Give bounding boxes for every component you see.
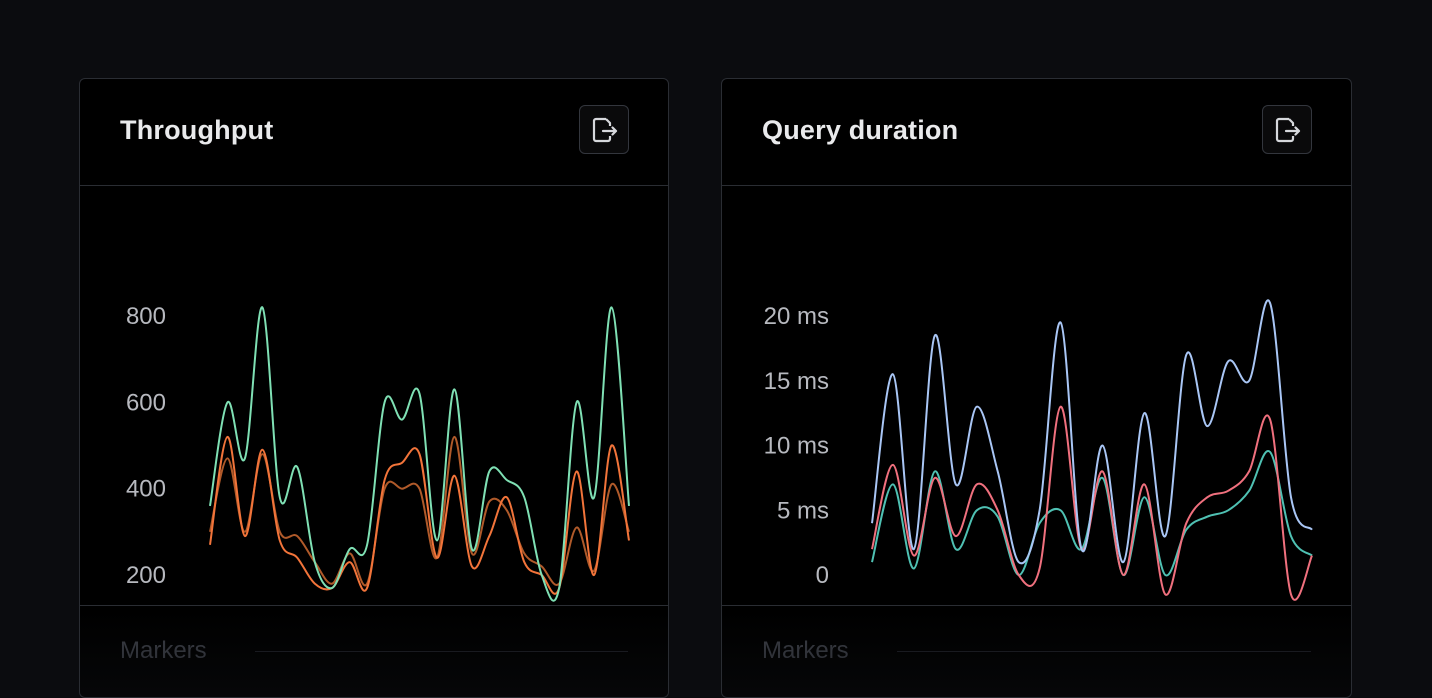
y-tick-label: 200 (126, 562, 166, 589)
y-tick-label: 600 (126, 389, 166, 416)
query-duration-panel: Query duration 20 ms15 ms10 ms5 ms013:00… (721, 78, 1352, 698)
divider (80, 605, 668, 606)
throughput-panel: Throughput 80060040020013:0013:3014:00 M… (79, 78, 669, 698)
export-icon (1275, 117, 1301, 142)
panel-header: Query duration (722, 79, 1351, 186)
markers-divider (255, 651, 628, 652)
panel-title: Throughput (120, 115, 274, 145)
markers-label: Markers (762, 637, 849, 664)
export-icon (592, 117, 618, 142)
export-button[interactable] (579, 105, 629, 154)
y-tick-label: 400 (126, 476, 166, 503)
markers-label: Markers (120, 637, 207, 664)
throughput-chart: 80060040020013:0013:3014:00 (126, 303, 630, 602)
y-tick-label: 0 (816, 562, 829, 589)
y-tick-label: 800 (126, 303, 166, 330)
y-tick-label: 20 ms (764, 303, 829, 330)
divider (722, 605, 1351, 606)
export-button[interactable] (1262, 105, 1312, 154)
series-line (871, 299, 1313, 565)
panel-title: Query duration (762, 115, 959, 145)
y-tick-label: 15 ms (764, 368, 829, 395)
query-duration-chart: 20 ms15 ms10 ms5 ms013:0013:3014:00 (764, 299, 1313, 601)
markers-divider (897, 651, 1311, 652)
y-tick-label: 5 ms (777, 497, 829, 524)
y-tick-label: 10 ms (764, 433, 829, 460)
panel-header: Throughput (80, 79, 668, 186)
